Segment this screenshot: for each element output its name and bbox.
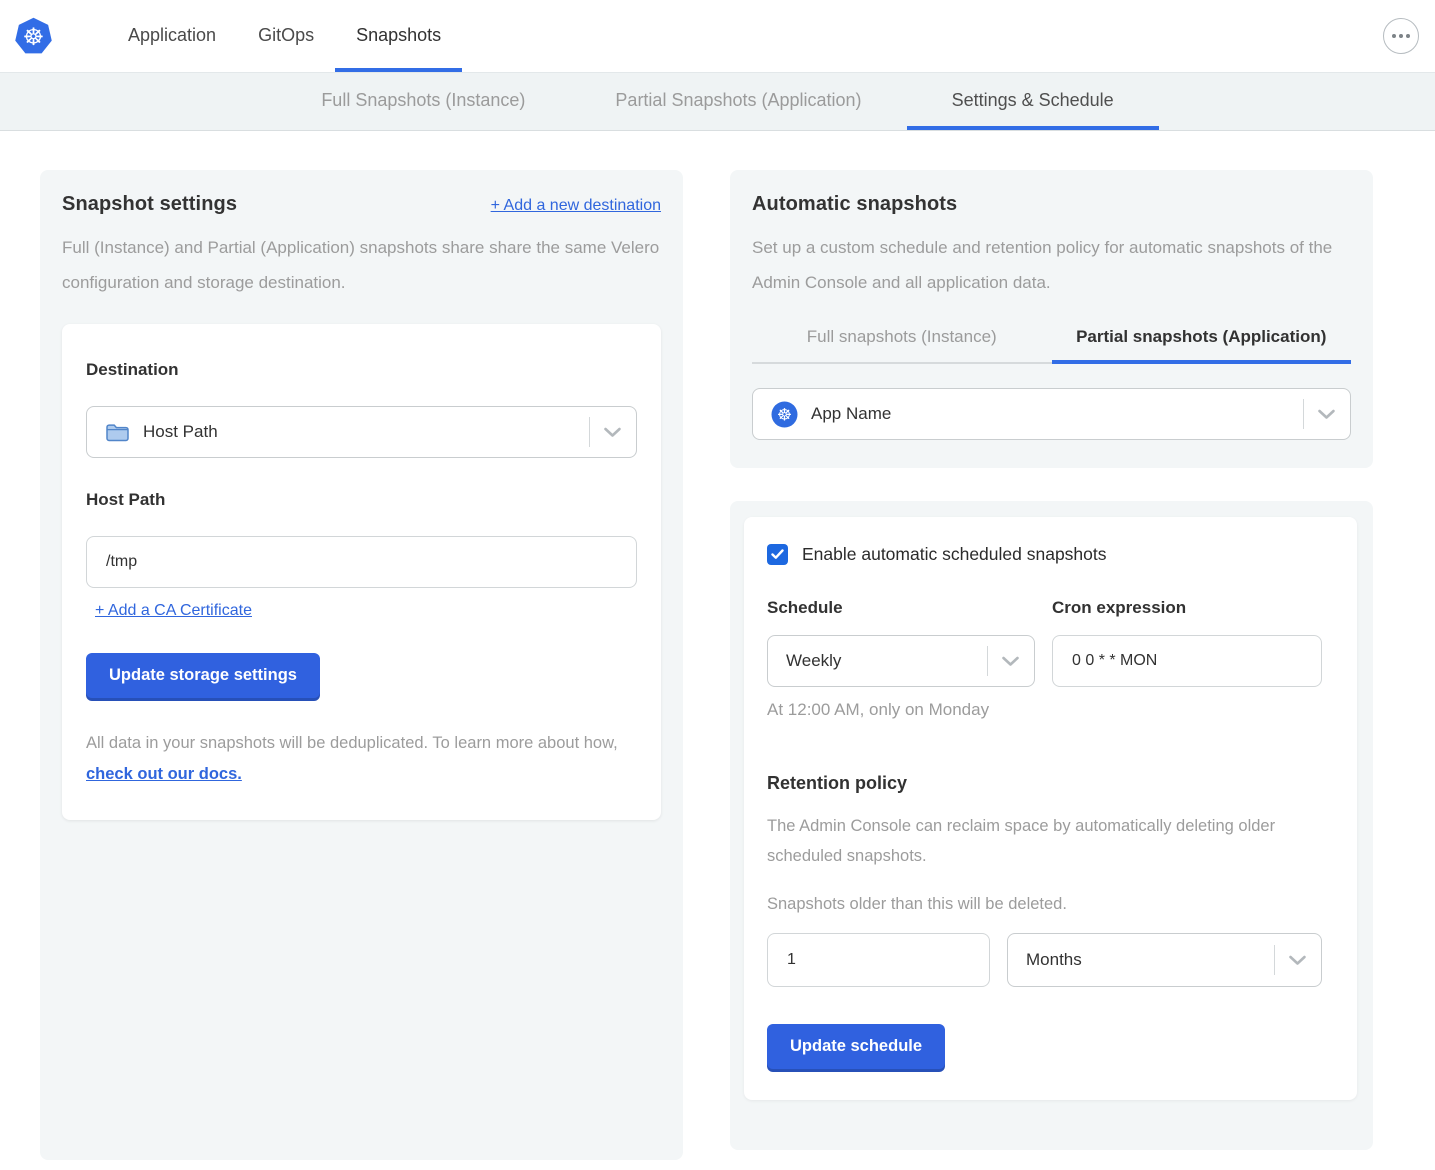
enable-snapshots-checkbox[interactable] [767, 544, 788, 565]
schedule-label: Schedule [767, 598, 1035, 618]
select-divider [589, 417, 590, 447]
chevron-down-icon [1001, 656, 1020, 667]
svg-text:☸: ☸ [23, 23, 45, 51]
automatic-snapshots-card: Automatic snapshots Set up a custom sche… [730, 170, 1373, 468]
chevron-down-icon [603, 427, 622, 438]
destination-selected-value: Host Path [143, 422, 218, 442]
cron-expression-input[interactable] [1052, 635, 1322, 687]
add-new-destination-link[interactable]: + Add a new destination [491, 197, 661, 215]
subtab-full-snapshots[interactable]: Full Snapshots (Instance) [276, 73, 570, 130]
schedule-field: Schedule Weekly [767, 598, 1035, 687]
storage-settings-panel: Destination Host Path Host Path + Add a … [62, 324, 661, 820]
subtab-partial-snapshots[interactable]: Partial Snapshots (Application) [570, 73, 906, 130]
subtab-settings-schedule[interactable]: Settings & Schedule [907, 73, 1159, 130]
cron-field: Cron expression [1052, 598, 1322, 687]
folder-icon [105, 422, 130, 443]
tab-snapshots[interactable]: Snapshots [335, 0, 462, 72]
tab-application[interactable]: Application [107, 0, 237, 72]
snapshots-subnav: Full Snapshots (Instance) Partial Snapsh… [0, 72, 1435, 131]
cron-expression-label: Cron expression [1052, 598, 1322, 618]
enable-snapshots-label[interactable]: Enable automatic scheduled snapshots [802, 544, 1107, 565]
select-divider [1303, 399, 1304, 429]
tab-full-snapshots-instance[interactable]: Full snapshots (Instance) [752, 327, 1052, 364]
app-logo: ☸ [14, 0, 53, 72]
snapshot-type-tabs: Full snapshots (Instance) Partial snapsh… [752, 327, 1351, 364]
cron-readable-text: At 12:00 AM, only on Monday [767, 700, 1323, 720]
select-divider [1274, 945, 1275, 975]
destination-label: Destination [86, 360, 637, 380]
update-storage-settings-button[interactable]: Update storage settings [86, 653, 320, 698]
chevron-down-icon [1317, 409, 1336, 420]
dedupe-note: All data in your snapshots will be dedup… [86, 728, 637, 790]
host-path-label: Host Path [86, 490, 637, 510]
retention-unit-select[interactable]: Months [1007, 933, 1322, 987]
retention-hint: Snapshots older than this will be delete… [767, 895, 1323, 914]
kubernetes-logo-icon: ☸ [14, 17, 53, 56]
schedule-selected-value: Weekly [786, 651, 841, 671]
dedupe-text: All data in your snapshots will be dedup… [86, 734, 618, 752]
schedule-interval-select[interactable]: Weekly [767, 635, 1035, 687]
application-selected-value: App Name [811, 404, 891, 424]
docs-link[interactable]: check out our docs. [86, 765, 242, 783]
right-column: Automatic snapshots Set up a custom sche… [730, 170, 1373, 1150]
more-menu-button[interactable] [1383, 18, 1419, 54]
snapshot-settings-card: Snapshot settings + Add a new destinatio… [40, 170, 683, 1160]
destination-select[interactable]: Host Path [86, 406, 637, 458]
retention-policy-title: Retention policy [767, 773, 1323, 794]
add-ca-certificate-link[interactable]: + Add a CA Certificate [95, 602, 252, 620]
app-kubernetes-icon: ☸ [771, 401, 798, 428]
automatic-snapshots-title: Automatic snapshots [752, 193, 1351, 216]
select-divider [987, 646, 988, 676]
chevron-down-icon [1288, 955, 1307, 966]
retention-policy-description: The Admin Console can reclaim space by a… [767, 811, 1323, 871]
main-tabs: Application GitOps Snapshots [107, 0, 462, 72]
automatic-snapshots-description: Set up a custom schedule and retention p… [752, 230, 1351, 300]
snapshot-settings-title: Snapshot settings [62, 193, 237, 216]
check-icon [771, 549, 784, 560]
update-schedule-button[interactable]: Update schedule [767, 1024, 945, 1069]
retention-count-input[interactable] [767, 933, 990, 987]
retention-unit-value: Months [1026, 950, 1082, 970]
top-navigation: ☸ Application GitOps Snapshots [0, 0, 1435, 72]
tab-partial-snapshots-application[interactable]: Partial snapshots (Application) [1052, 327, 1352, 364]
tab-gitops[interactable]: GitOps [237, 0, 335, 72]
content: Snapshot settings + Add a new destinatio… [0, 131, 1435, 1160]
application-select[interactable]: ☸ App Name [752, 388, 1351, 440]
schedule-panel: Enable automatic scheduled snapshots Sch… [744, 517, 1357, 1100]
svg-text:☸: ☸ [777, 405, 792, 425]
snapshot-settings-description: Full (Instance) and Partial (Application… [62, 230, 661, 300]
schedule-settings-card: Enable automatic scheduled snapshots Sch… [730, 501, 1373, 1150]
host-path-input[interactable] [86, 536, 637, 588]
ellipsis-icon [1390, 33, 1412, 39]
